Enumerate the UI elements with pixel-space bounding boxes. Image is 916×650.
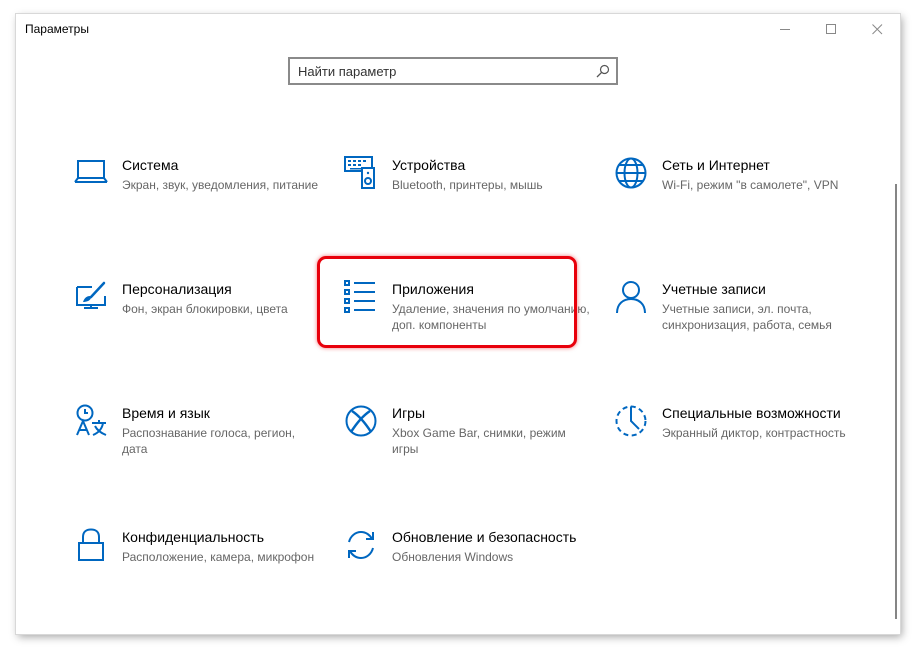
laptop-icon	[74, 160, 108, 183]
tile-description: Удаление, значения по умолчанию, доп. ко…	[392, 302, 590, 332]
close-button[interactable]	[854, 14, 900, 45]
tile-time-language[interactable]: Время и язык Распознавание голоса, регио…	[74, 404, 324, 484]
tile-title: Игры	[392, 405, 426, 421]
tile-description: Bluetooth, принтеры, мышь	[392, 178, 543, 192]
time-language-icon	[76, 404, 107, 436]
tile-text: Сеть и Интернет Wi-Fi, режим "в самолете…	[662, 156, 862, 193]
tile-personalization[interactable]: Персонализация Фон, экран блокировки, цв…	[74, 280, 324, 360]
tile-description: Учетные записи, эл. почта, синхронизация…	[662, 302, 832, 332]
tile-description: Wi-Fi, режим "в самолете", VPN	[662, 178, 839, 192]
settings-window: Параметры Система Экран, звук, уведомлен…	[16, 14, 900, 634]
accessibility-icon	[615, 405, 647, 437]
tile-description: Обновления Windows	[392, 550, 514, 564]
tile-title: Приложения	[392, 281, 474, 297]
search-icon[interactable]	[596, 64, 610, 78]
title-bar[interactable]: Параметры	[16, 14, 900, 45]
maximize-icon	[826, 24, 836, 34]
window-title: Параметры	[25, 22, 89, 36]
tile-network[interactable]: Сеть и Интернет Wi-Fi, режим "в самолете…	[614, 156, 864, 236]
tile-text: Система Экран, звук, уведомления, питани…	[122, 156, 322, 193]
tile-title: Персонализация	[122, 281, 232, 297]
globe-icon	[615, 157, 647, 189]
tile-system[interactable]: Система Экран, звук, уведомления, питани…	[74, 156, 324, 236]
tile-text: Обновление и безопасность Обновления Win…	[392, 528, 592, 565]
person-icon	[616, 281, 646, 314]
personalization-icon	[76, 281, 106, 309]
minimize-icon	[780, 29, 790, 30]
tile-title: Время и язык	[122, 405, 210, 421]
tile-text: Специальные возможности Экранный диктор,…	[662, 404, 862, 441]
tile-text: Конфиденциальность Расположение, камера,…	[122, 528, 322, 565]
tile-text: Устройства Bluetooth, принтеры, мышь	[392, 156, 592, 193]
tile-description: Экран, звук, уведомления, питание	[122, 178, 319, 192]
tile-title: Система	[122, 157, 179, 173]
tile-description: Фон, экран блокировки, цвета	[122, 302, 288, 316]
tile-apps[interactable]: Приложения Удаление, значения по умолчан…	[344, 280, 594, 360]
search-box[interactable]	[288, 57, 618, 85]
tile-text: Игры Xbox Game Bar, снимки, режим игры	[392, 404, 592, 457]
minimize-button[interactable]	[762, 14, 808, 45]
scrollbar[interactable]	[895, 184, 897, 619]
tile-devices[interactable]: Устройства Bluetooth, принтеры, мышь	[344, 156, 594, 236]
maximize-button[interactable]	[808, 14, 854, 45]
tile-title: Обновление и безопасность	[392, 529, 577, 545]
tile-title: Конфиденциальность	[122, 529, 265, 545]
tile-gaming[interactable]: Игры Xbox Game Bar, снимки, режим игры	[344, 404, 594, 484]
tile-accounts[interactable]: Учетные записи Учетные записи, эл. почта…	[614, 280, 864, 360]
tile-description: Расположение, камера, микрофон	[122, 550, 315, 564]
tile-text: Персонализация Фон, экран блокировки, цв…	[122, 280, 322, 317]
tile-accessibility[interactable]: Специальные возможности Экранный диктор,…	[614, 404, 864, 484]
tile-description: Xbox Game Bar, снимки, режим игры	[392, 426, 566, 456]
search-input[interactable]	[298, 62, 578, 80]
tile-text: Учетные записи Учетные записи, эл. почта…	[662, 280, 862, 333]
devices-icon	[344, 156, 375, 189]
tile-title: Учетные записи	[662, 281, 766, 297]
tile-text: Приложения Удаление, значения по умолчан…	[392, 280, 592, 333]
tile-privacy[interactable]: Конфиденциальность Расположение, камера,…	[74, 528, 324, 608]
xbox-icon	[345, 405, 377, 437]
tile-text: Время и язык Распознавание голоса, регио…	[122, 404, 322, 457]
tile-title: Специальные возможности	[662, 405, 841, 421]
close-icon	[872, 24, 883, 35]
tile-title: Устройства	[392, 157, 466, 173]
tile-description: Распознавание голоса, регион, дата	[122, 426, 296, 456]
apps-list-icon	[344, 280, 375, 313]
tile-title: Сеть и Интернет	[662, 157, 770, 173]
tile-description: Экранный диктор, контрастность	[662, 426, 846, 440]
update-sync-icon	[348, 530, 374, 560]
tile-update-security[interactable]: Обновление и безопасность Обновления Win…	[344, 528, 594, 608]
lock-icon	[78, 528, 104, 561]
